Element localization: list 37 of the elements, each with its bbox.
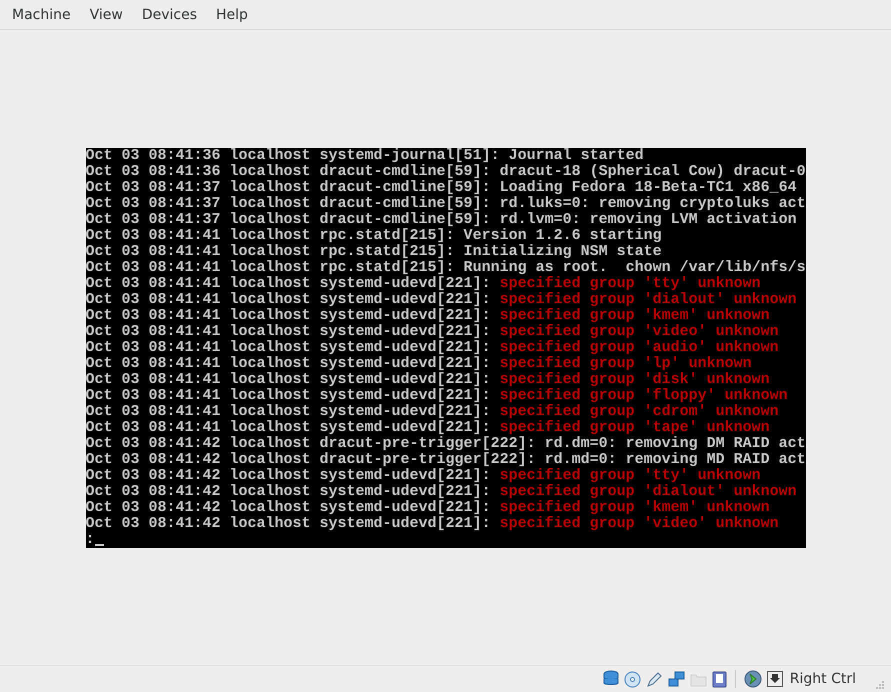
pen-icon[interactable] <box>646 670 663 688</box>
console-prompt: : <box>86 532 95 548</box>
console-line: Oct 03 08:41:41 localhost systemd-udevd[221]: specified group 'lp' unknown <box>86 356 753 372</box>
console-line: Oct 03 08:41:41 localhost rpc.statd[215]: Initializing NSM state <box>86 244 663 260</box>
console-line: Oct 03 08:41:41 localhost systemd-udevd[221]: specified group 'cdrom' unknown <box>86 404 780 420</box>
console-line: Oct 03 08:41:36 localhost systemd-journal[51]: Journal started <box>86 148 645 164</box>
console-line: Oct 03 08:41:36 localhost dracut-cmdline[59]: dracut-18 (Spherical Cow) dracut-0 <box>86 164 806 180</box>
console-line: Oct 03 08:41:41 localhost systemd-udevd[221]: specified group 'disk' unknown <box>86 372 771 388</box>
console-line: Oct 03 08:41:41 localhost systemd-udevd[221]: specified group 'audio' unknown <box>86 340 780 356</box>
console-line: Oct 03 08:41:42 localhost dracut-pre-trigger[222]: rd.md=0: removing MD RAID act <box>86 452 806 468</box>
menu-item[interactable]: Help <box>208 2 256 26</box>
console-line: Oct 03 08:41:41 localhost rpc.statd[215]: Running as root. chown /var/lib/nfs/s <box>86 260 806 276</box>
optical-disc-icon[interactable] <box>624 670 641 688</box>
menu-item[interactable]: Machine <box>4 2 79 26</box>
hard-disk-icon[interactable] <box>602 670 619 688</box>
console-line: Oct 03 08:41:41 localhost rpc.statd[215]: Version 1.2.6 starting <box>86 228 663 244</box>
text-cursor <box>94 544 104 546</box>
resize-grip-icon[interactable] <box>873 678 885 690</box>
console-line: Oct 03 08:41:37 localhost dracut-cmdline[59]: rd.luks=0: removing cryptoluks act <box>86 196 806 212</box>
console-line: Oct 03 08:41:42 localhost dracut-pre-trigger[222]: rd.dm=0: removing DM RAID act <box>86 436 806 452</box>
console-line: Oct 03 08:41:41 localhost systemd-udevd[221]: specified group 'tape' unknown <box>86 420 771 436</box>
console-line: Oct 03 08:41:37 localhost dracut-cmdline[59]: Loading Fedora 18-Beta-TC1 x86_64 <box>86 180 798 196</box>
console-line: Oct 03 08:41:37 localhost dracut-cmdline[59]: rd.lvm=0: removing LVM activation <box>86 212 798 228</box>
network-icon[interactable] <box>668 670 685 688</box>
menu-item[interactable]: Devices <box>134 2 206 26</box>
console-line: Oct 03 08:41:42 localhost systemd-udevd[221]: specified group 'kmem' unknown <box>86 500 771 516</box>
console-line: Oct 03 08:41:41 localhost systemd-udevd[221]: specified group 'tty' unknown <box>86 276 762 292</box>
console-line: Oct 03 08:41:41 localhost systemd-udevd[221]: specified group 'video' unknown <box>86 324 780 340</box>
display-icon[interactable] <box>712 670 727 688</box>
console-line: Oct 03 08:41:42 localhost systemd-udevd[221]: specified group 'tty' unknown <box>86 468 762 484</box>
menu-item[interactable]: View <box>82 2 131 26</box>
console-line: Oct 03 08:41:42 localhost systemd-udevd[221]: specified group 'video' unknown <box>86 516 780 532</box>
console-line: Oct 03 08:41:41 localhost systemd-udevd[221]: specified group 'dialout' unknown <box>86 292 798 308</box>
host-key-label: Right Ctrl <box>790 671 856 687</box>
console-line: Oct 03 08:41:41 localhost systemd-udevd[221]: specified group 'floppy' unknown <box>86 388 789 404</box>
console-line: Oct 03 08:41:42 localhost systemd-udevd[221]: specified group 'dialout' unknown <box>86 484 798 500</box>
console-line: Oct 03 08:41:41 localhost systemd-udevd[221]: specified group 'kmem' unknown <box>86 308 771 324</box>
